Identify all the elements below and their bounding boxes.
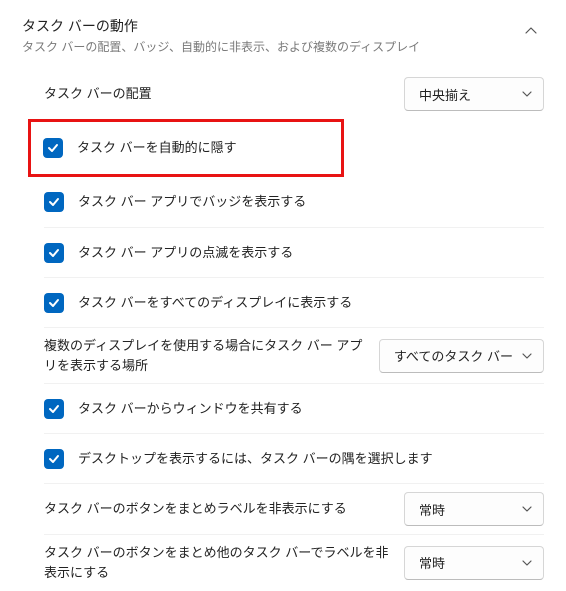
check-icon: [48, 403, 60, 415]
checkbox-auto-hide[interactable]: [43, 138, 63, 158]
row-label-share-window: タスク バーからウィンドウを共有する: [78, 399, 544, 419]
row-combine-other: タスク バーのボタンをまとめ他のタスク バーでラベルを非表示にする 常時: [44, 534, 544, 590]
section-title: タスク バーの動作: [22, 16, 518, 36]
dropdown-alignment-value: 中央揃え: [419, 85, 513, 104]
dropdown-combine-other[interactable]: 常時: [404, 546, 544, 580]
checkbox-show-desktop[interactable]: [44, 449, 64, 469]
row-label-alignment: タスク バーの配置: [44, 84, 404, 104]
checkbox-all-displays[interactable]: [44, 293, 64, 313]
dropdown-combine-other-value: 常時: [419, 553, 513, 572]
row-label-auto-hide: タスク バーを自動的に隠す: [77, 138, 329, 158]
row-label-combine-main: タスク バーのボタンをまとめラベルを非表示にする: [44, 499, 404, 519]
section-subtitle: タスク バーの配置、バッジ、自動的に非表示、および複数のディスプレイ: [22, 38, 518, 55]
row-label-multi-display: 複数のディスプレイを使用する場合にタスク バー アプリを表示する場所: [44, 336, 379, 375]
checkbox-share-window[interactable]: [44, 399, 64, 419]
check-icon: [48, 297, 60, 309]
row-label-combine-other: タスク バーのボタンをまとめ他のタスク バーでラベルを非表示にする: [44, 543, 404, 582]
row-label-all-displays: タスク バーをすべてのディスプレイに表示する: [78, 293, 544, 313]
row-combine-main: タスク バーのボタンをまとめラベルを非表示にする 常時: [44, 483, 544, 534]
row-label-show-desktop: デスクトップを表示するには、タスク バーの隅を選択します: [78, 449, 544, 469]
dropdown-multi-display-value: すべてのタスク バー: [394, 346, 513, 365]
checkbox-flashing[interactable]: [44, 243, 64, 263]
row-label-badges: タスク バー アプリでバッジを表示する: [78, 192, 544, 212]
row-badges: タスク バー アプリでバッジを表示する: [44, 177, 544, 227]
check-icon: [48, 196, 60, 208]
dropdown-alignment[interactable]: 中央揃え: [404, 77, 544, 111]
check-icon: [47, 142, 59, 154]
dropdown-combine-main[interactable]: 常時: [404, 492, 544, 526]
chevron-down-icon: [513, 557, 533, 569]
row-alignment: タスク バーの配置 中央揃え: [44, 69, 544, 119]
taskbar-behaviors-panel: タスク バーの動作 タスク バーの配置、バッジ、自動的に非表示、および複数のディ…: [0, 0, 566, 590]
row-multi-display: 複数のディスプレイを使用する場合にタスク バー アプリを表示する場所 すべてのタ…: [44, 327, 544, 383]
chevron-up-icon[interactable]: [518, 18, 544, 44]
check-icon: [48, 453, 60, 465]
row-auto-hide: タスク バーを自動的に隠す: [28, 119, 344, 177]
check-icon: [48, 247, 60, 259]
dropdown-combine-main-value: 常時: [419, 500, 513, 519]
section-content: タスク バーの配置 中央揃え タスク バーを自動的に隠す タスク バー アプリで…: [0, 69, 566, 590]
chevron-down-icon: [513, 88, 533, 100]
row-share-window: タスク バーからウィンドウを共有する: [44, 383, 544, 433]
row-label-flashing: タスク バー アプリの点滅を表示する: [78, 243, 544, 263]
row-flashing: タスク バー アプリの点滅を表示する: [44, 227, 544, 277]
section-header-text: タスク バーの動作 タスク バーの配置、バッジ、自動的に非表示、および複数のディ…: [22, 16, 518, 55]
checkbox-badges[interactable]: [44, 192, 64, 212]
section-header[interactable]: タスク バーの動作 タスク バーの配置、バッジ、自動的に非表示、および複数のディ…: [0, 0, 566, 69]
chevron-down-icon: [513, 350, 533, 362]
row-show-desktop: デスクトップを表示するには、タスク バーの隅を選択します: [44, 433, 544, 483]
chevron-down-icon: [513, 503, 533, 515]
dropdown-multi-display[interactable]: すべてのタスク バー: [379, 339, 544, 373]
row-all-displays: タスク バーをすべてのディスプレイに表示する: [44, 277, 544, 327]
